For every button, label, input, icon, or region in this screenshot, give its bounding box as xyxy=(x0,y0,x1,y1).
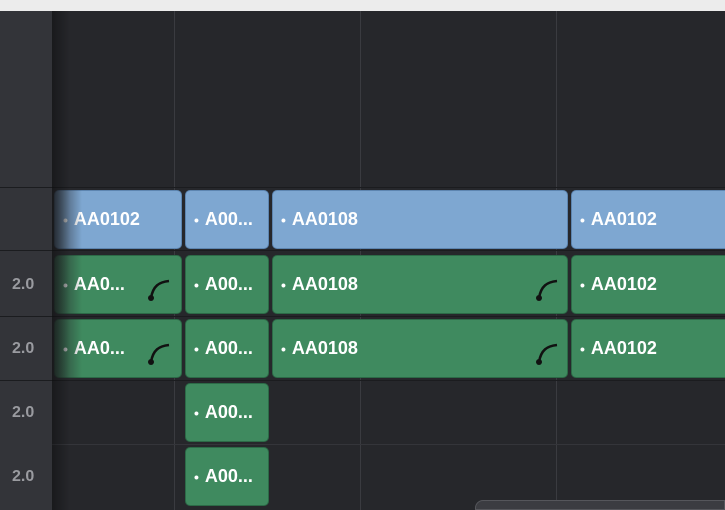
clip-dot-icon: • xyxy=(194,468,199,485)
horizontal-scrollbar[interactable] xyxy=(475,500,725,510)
clip-name: A00... xyxy=(204,274,253,294)
audio-clip[interactable]: • AA0108 xyxy=(272,319,568,378)
clip-name: AA0102 xyxy=(590,209,657,229)
clip-dot-icon: • xyxy=(281,211,286,228)
clip-name: A00... xyxy=(204,338,253,358)
clip-name: AA0102 xyxy=(590,274,657,294)
audio-clip[interactable]: • A00... xyxy=(185,383,269,442)
clip-dot-icon: • xyxy=(194,211,199,228)
audio-clip[interactable]: • AA0102 xyxy=(571,255,725,314)
track-header-audio-2[interactable]: 2.0 xyxy=(0,318,52,380)
audio-clip[interactable]: • A00... xyxy=(185,319,269,378)
clip-name: AA0108 xyxy=(291,209,358,229)
audio-clip[interactable]: • AA0... xyxy=(54,255,182,314)
top-bar xyxy=(0,0,725,11)
clip-name: A00... xyxy=(204,402,253,422)
clip-dot-icon: • xyxy=(194,404,199,421)
video-clip[interactable]: • AA0108 xyxy=(272,190,568,249)
clip-dot-icon: • xyxy=(281,340,286,357)
clip-name: A00... xyxy=(204,466,253,486)
clip-name: A00... xyxy=(204,209,253,229)
fade-curve-icon[interactable] xyxy=(147,276,173,302)
clip-dot-icon: • xyxy=(63,340,68,357)
track-divider xyxy=(0,380,725,381)
audio-clip[interactable]: • A00... xyxy=(185,447,269,506)
track-divider xyxy=(52,444,725,445)
audio-clip[interactable]: • AA0... xyxy=(54,319,182,378)
fade-curve-icon[interactable] xyxy=(535,340,561,366)
video-clip[interactable]: • A00... xyxy=(185,190,269,249)
track-divider xyxy=(0,187,725,188)
track-header-audio-4[interactable]: 2.0 xyxy=(0,446,52,508)
audio-clip[interactable]: • AA0108 xyxy=(272,255,568,314)
clip-name: AA0102 xyxy=(73,209,140,229)
clip-name: AA0108 xyxy=(291,338,358,358)
clip-dot-icon: • xyxy=(580,340,585,357)
audio-clip[interactable]: • A00... xyxy=(185,255,269,314)
track-header-audio-1[interactable]: 2.0 xyxy=(0,254,52,316)
clip-dot-icon: • xyxy=(194,276,199,293)
clip-dot-icon: • xyxy=(580,211,585,228)
fade-curve-icon[interactable] xyxy=(147,340,173,366)
track-divider xyxy=(0,316,725,317)
fade-curve-icon[interactable] xyxy=(535,276,561,302)
video-clip[interactable]: • AA0102 xyxy=(54,190,182,249)
audio-clip[interactable]: • AA0102 xyxy=(571,319,725,378)
clip-dot-icon: • xyxy=(63,211,68,228)
clip-name: AA0108 xyxy=(291,274,358,294)
clip-dot-icon: • xyxy=(281,276,286,293)
clip-name: AA0102 xyxy=(590,338,657,358)
clip-dot-icon: • xyxy=(580,276,585,293)
clip-dot-icon: • xyxy=(63,276,68,293)
track-divider xyxy=(0,250,725,251)
clip-name: AA0... xyxy=(73,338,125,358)
video-clip[interactable]: • AA0102 xyxy=(571,190,725,249)
track-header-audio-3[interactable]: 2.0 xyxy=(0,382,52,444)
track-header-video[interactable] xyxy=(0,188,52,250)
clip-dot-icon: • xyxy=(194,340,199,357)
clip-name: AA0... xyxy=(73,274,125,294)
